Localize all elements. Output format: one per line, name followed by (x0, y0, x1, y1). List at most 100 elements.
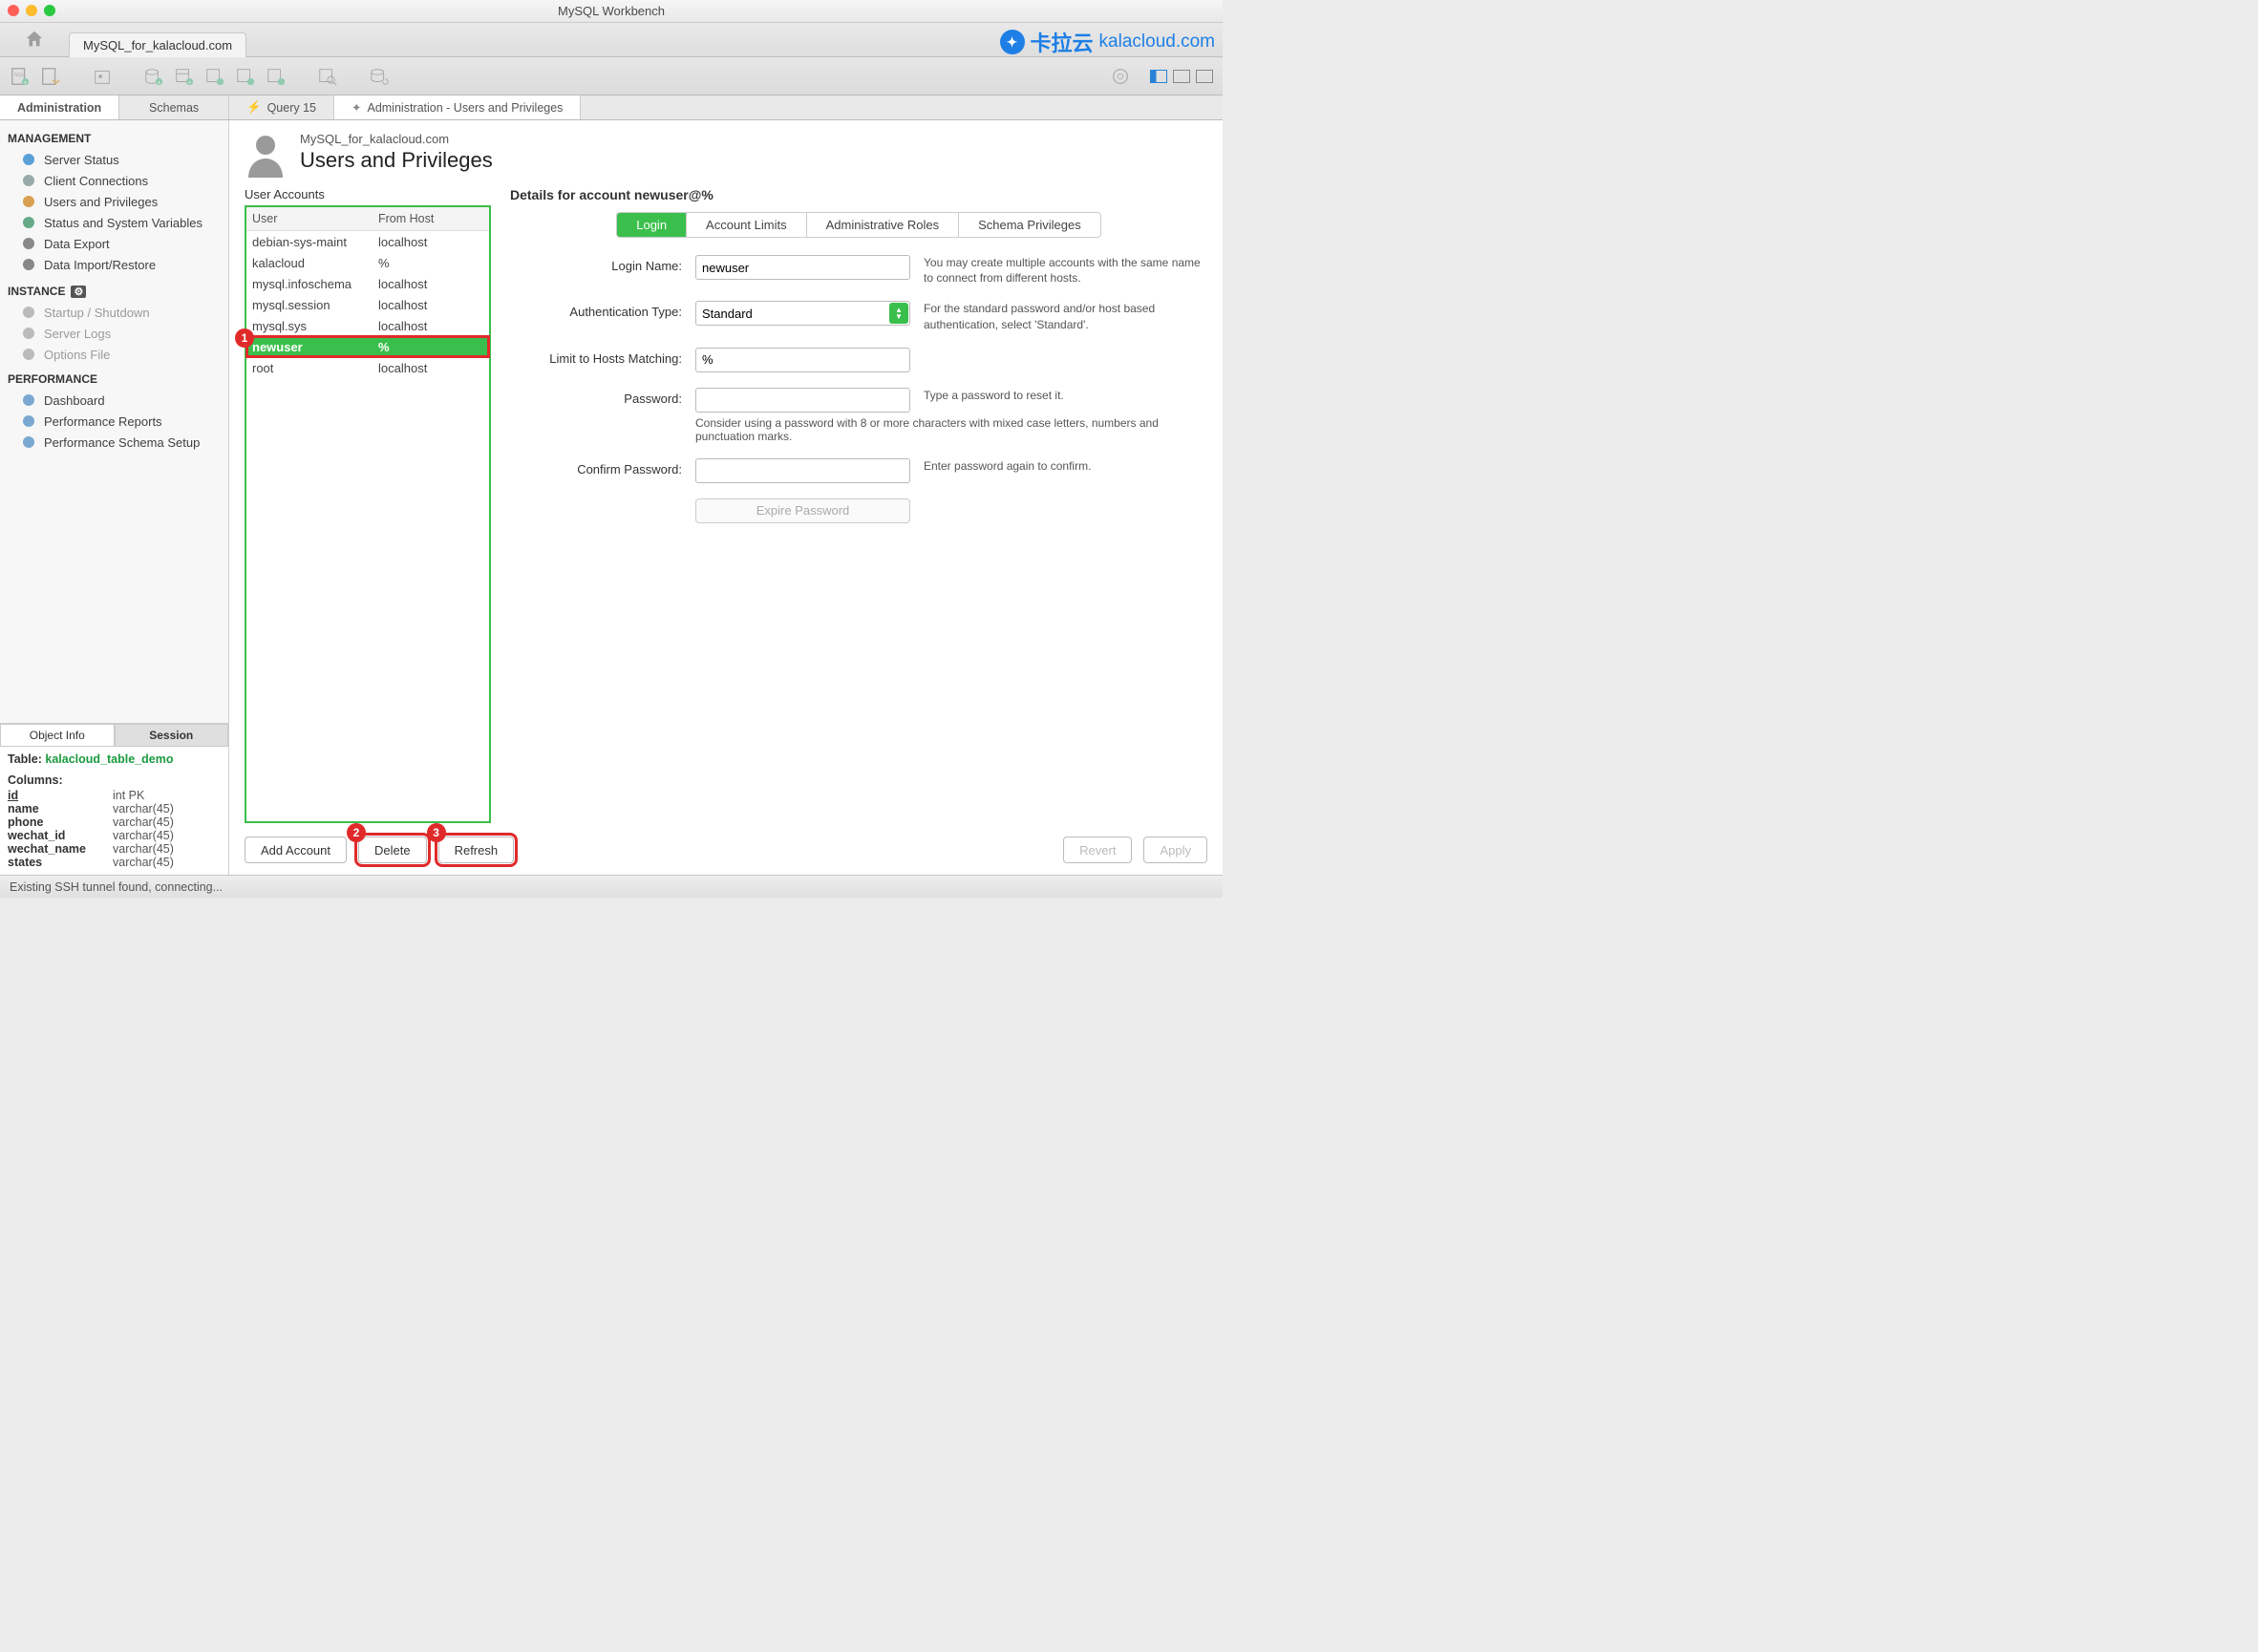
maximize-window-icon[interactable] (44, 5, 55, 16)
new-view-icon[interactable] (204, 66, 225, 87)
tab-object-info[interactable]: Object Info (0, 724, 115, 747)
table-label: Table: (8, 752, 42, 766)
sidebar-item[interactable]: Status and System Variables (0, 212, 228, 233)
auth-type-select[interactable]: Standard (695, 301, 910, 326)
sidebar-item-label: Performance Schema Setup (44, 435, 200, 450)
annotation-marker-1: 1 (235, 328, 254, 348)
new-function-icon[interactable] (266, 66, 287, 87)
settings-icon[interactable] (1110, 66, 1131, 87)
sidebar-item[interactable]: Server Logs (0, 323, 228, 344)
tab-label: Administration - Users and Privileges (367, 101, 563, 115)
user-account-row[interactable]: mysql.syslocalhost (246, 315, 489, 336)
reconnect-icon[interactable] (369, 66, 390, 87)
cell-host: % (373, 336, 489, 357)
expire-password-button[interactable]: Expire Password (695, 498, 910, 523)
col-user[interactable]: User (246, 207, 373, 230)
sidebar-item[interactable]: Dashboard (0, 390, 228, 411)
col-host[interactable]: From Host (373, 207, 489, 230)
search-table-icon[interactable] (317, 66, 338, 87)
column-name: id (8, 789, 113, 802)
sidebar-item-label: Server Logs (44, 327, 111, 341)
svg-text:+: + (188, 79, 192, 86)
instance-heading: INSTANCE ⚙ (0, 275, 228, 302)
sidebar-item[interactable]: Options File (0, 344, 228, 365)
svg-text:+: + (24, 79, 28, 86)
inspector-icon[interactable] (92, 66, 113, 87)
sidebar-item-icon (21, 152, 36, 167)
cell-host: localhost (373, 273, 489, 294)
refresh-button[interactable]: Refresh (438, 837, 515, 863)
sidebar-item[interactable]: Client Connections (0, 170, 228, 191)
window-title: MySQL Workbench (558, 4, 665, 18)
apply-button[interactable]: Apply (1143, 837, 1207, 863)
user-account-row[interactable]: newuser% (246, 336, 489, 357)
connection-tab[interactable]: MySQL_for_kalacloud.com (69, 32, 246, 57)
new-schema-icon[interactable]: + (143, 66, 164, 87)
sidebar-item[interactable]: Data Import/Restore (0, 254, 228, 275)
sidebar-item[interactable]: Performance Schema Setup (0, 432, 228, 453)
cell-user: mysql.infoschema (246, 273, 373, 294)
sidebar-item[interactable]: Startup / Shutdown (0, 302, 228, 323)
bottom-panel-toggle[interactable] (1173, 70, 1190, 83)
sidebar-item-icon (21, 215, 36, 230)
tab-users-privileges[interactable]: ✦ Administration - Users and Privileges (334, 95, 581, 119)
sidebar: MANAGEMENT Server StatusClient Connectio… (0, 120, 229, 875)
tab-admin-roles[interactable]: Administrative Roles (807, 213, 960, 237)
tab-schemas[interactable]: Schemas (119, 95, 229, 119)
settings-small-icon[interactable]: ⚙ (71, 286, 86, 298)
tab-label: Query 15 (267, 101, 316, 115)
user-account-row[interactable]: rootlocalhost (246, 357, 489, 378)
cell-user: debian-sys-maint (246, 231, 373, 252)
minimize-window-icon[interactable] (26, 5, 37, 16)
cell-user: mysql.sys (246, 315, 373, 336)
new-table-icon[interactable]: + (174, 66, 195, 87)
open-sql-icon[interactable] (40, 66, 61, 87)
add-account-button[interactable]: Add Account (245, 837, 347, 863)
main-toolbar: SQL+ + + (0, 57, 1223, 95)
new-procedure-icon[interactable] (235, 66, 256, 87)
page-caption: MySQL_for_kalacloud.com (300, 132, 493, 146)
confirm-password-input[interactable] (695, 458, 910, 483)
revert-button[interactable]: Revert (1063, 837, 1132, 863)
column-name: name (8, 802, 113, 815)
new-sql-tab-icon[interactable]: SQL+ (10, 66, 31, 87)
user-account-row[interactable]: debian-sys-maintlocalhost (246, 231, 489, 252)
user-account-row[interactable]: mysql.sessionlocalhost (246, 294, 489, 315)
sidebar-item[interactable]: Data Export (0, 233, 228, 254)
select-arrows-icon: ▲▼ (889, 303, 908, 324)
column-type: int PK (113, 789, 144, 802)
connection-tab-label: MySQL_for_kalacloud.com (83, 38, 232, 53)
delete-button[interactable]: Delete (358, 837, 427, 863)
column-type: varchar(45) (113, 856, 174, 869)
left-panel-toggle[interactable] (1150, 70, 1167, 83)
column-type: varchar(45) (113, 815, 174, 829)
login-name-input[interactable] (695, 255, 910, 280)
password-input[interactable] (695, 388, 910, 413)
sidebar-item-label: Dashboard (44, 393, 105, 408)
tab-account-limits[interactable]: Account Limits (687, 213, 807, 237)
home-tab[interactable] (0, 22, 69, 56)
sidebar-item[interactable]: Users and Privileges (0, 191, 228, 212)
lightning-icon: ⚡ (246, 100, 262, 115)
titlebar: MySQL Workbench (0, 0, 1223, 23)
tab-schema-privileges[interactable]: Schema Privileges (959, 213, 1100, 237)
sidebar-item[interactable]: Performance Reports (0, 411, 228, 432)
password-hint: Type a password to reset it. (924, 388, 1207, 403)
close-window-icon[interactable] (8, 5, 19, 16)
tab-administration[interactable]: Administration (0, 95, 119, 119)
cell-host: localhost (373, 315, 489, 336)
user-account-row[interactable]: mysql.infoschemalocalhost (246, 273, 489, 294)
right-panel-toggle[interactable] (1196, 70, 1213, 83)
tab-login[interactable]: Login (617, 213, 687, 237)
sidebar-item[interactable]: Server Status (0, 149, 228, 170)
object-info-panel: Object Info Session Table: kalacloud_tab… (0, 723, 228, 875)
hosts-input[interactable] (695, 348, 910, 372)
column-row: wechat_namevarchar(45) (8, 842, 221, 856)
tab-session[interactable]: Session (115, 724, 229, 747)
cell-user: mysql.session (246, 294, 373, 315)
user-account-row[interactable]: kalacloud% (246, 252, 489, 273)
main-content: MySQL_for_kalacloud.com Users and Privil… (229, 120, 1223, 875)
user-accounts-list[interactable]: User From Host debian-sys-maintlocalhost… (245, 205, 491, 823)
tab-label: Object Info (30, 729, 85, 742)
tab-query[interactable]: ⚡ Query 15 (229, 95, 334, 119)
